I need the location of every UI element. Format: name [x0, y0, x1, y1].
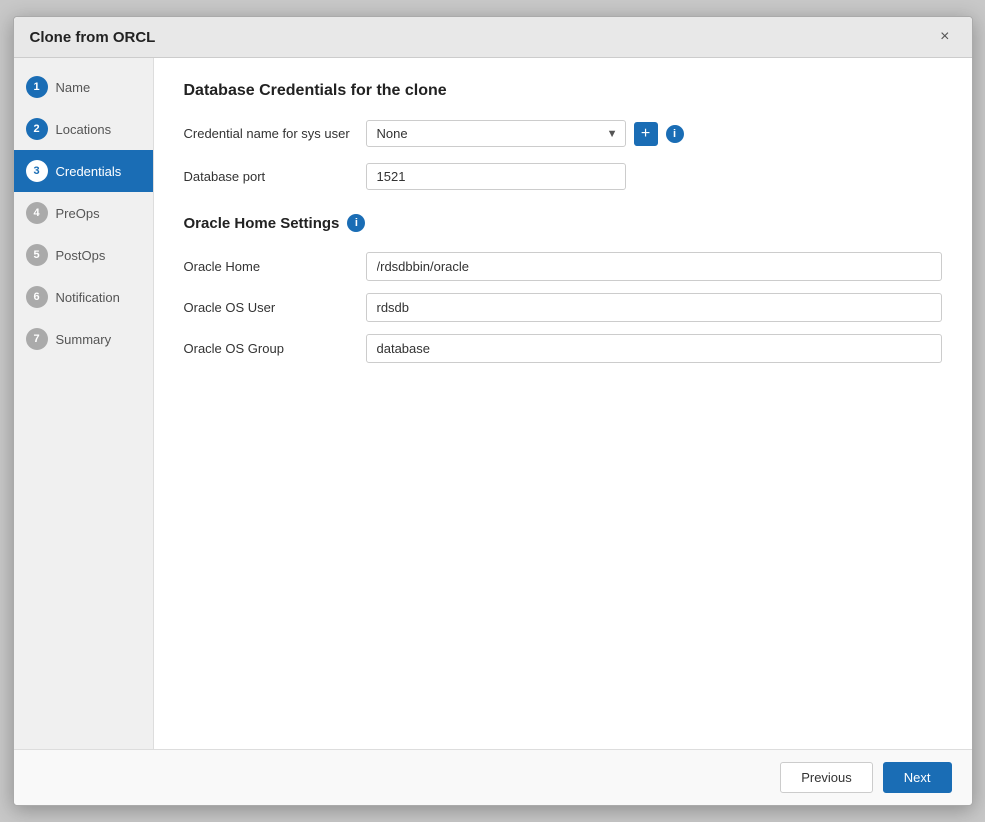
oracle-os-group-input[interactable]	[366, 334, 942, 363]
db-credentials-title: Database Credentials for the clone	[184, 82, 942, 100]
step-badge-1: 1	[26, 76, 48, 98]
sidebar-item-postops: 5 PostOps	[14, 234, 153, 276]
sidebar-item-credentials[interactable]: 3 Credentials	[14, 150, 153, 192]
dialog-body: 1 Name 2 Locations 3 Credentials 4 PreOp…	[14, 58, 972, 749]
oracle-os-user-group: Oracle OS User	[184, 293, 942, 322]
step-badge-3: 3	[26, 160, 48, 182]
oracle-home-settings-label: Oracle Home Settings	[184, 215, 340, 232]
sidebar-item-notification: 6 Notification	[14, 276, 153, 318]
oracle-os-group-label: Oracle OS Group	[184, 341, 354, 356]
step-badge-7: 7	[26, 328, 48, 350]
credential-name-label: Credential name for sys user	[184, 126, 354, 141]
oracle-os-user-label: Oracle OS User	[184, 300, 354, 315]
sidebar-item-summary: 7 Summary	[14, 318, 153, 360]
dialog-title: Clone from ORCL	[30, 29, 156, 46]
sidebar-label-notification: Notification	[56, 290, 120, 305]
database-port-input[interactable]	[366, 163, 626, 190]
sidebar-label-summary: Summary	[56, 332, 112, 347]
oracle-home-section: Oracle Home Settings i Oracle Home Oracl…	[184, 214, 942, 363]
credential-name-group: Credential name for sys user None ▼ + i	[184, 120, 942, 147]
oracle-home-info-icon[interactable]: i	[347, 214, 365, 232]
credential-name-controls: None ▼ + i	[366, 120, 684, 147]
oracle-home-settings-title: Oracle Home Settings i	[184, 214, 942, 232]
dialog-header: Clone from ORCL ×	[14, 17, 972, 58]
credential-select-wrapper: None ▼	[366, 120, 626, 147]
next-button[interactable]: Next	[883, 762, 952, 793]
add-credential-button[interactable]: +	[634, 122, 658, 146]
close-button[interactable]: ×	[934, 27, 955, 47]
sidebar-item-preops: 4 PreOps	[14, 192, 153, 234]
step-badge-6: 6	[26, 286, 48, 308]
sidebar-item-name[interactable]: 1 Name	[14, 66, 153, 108]
sidebar-label-name: Name	[56, 80, 91, 95]
dialog-footer: Previous Next	[14, 749, 972, 805]
sidebar-label-locations: Locations	[56, 122, 112, 137]
oracle-home-group: Oracle Home	[184, 252, 942, 281]
credential-name-select[interactable]: None	[366, 120, 626, 147]
sidebar-label-postops: PostOps	[56, 248, 106, 263]
sidebar: 1 Name 2 Locations 3 Credentials 4 PreOp…	[14, 58, 154, 749]
database-port-group: Database port	[184, 163, 942, 190]
sidebar-item-locations[interactable]: 2 Locations	[14, 108, 153, 150]
clone-dialog: Clone from ORCL × 1 Name 2 Locations 3 C…	[13, 16, 973, 806]
previous-button[interactable]: Previous	[780, 762, 873, 793]
oracle-os-user-input[interactable]	[366, 293, 942, 322]
step-badge-2: 2	[26, 118, 48, 140]
credential-info-icon[interactable]: i	[666, 125, 684, 143]
step-badge-5: 5	[26, 244, 48, 266]
database-port-label: Database port	[184, 169, 354, 184]
main-content: Database Credentials for the clone Crede…	[154, 58, 972, 749]
oracle-os-group-group: Oracle OS Group	[184, 334, 942, 363]
step-badge-4: 4	[26, 202, 48, 224]
sidebar-label-preops: PreOps	[56, 206, 100, 221]
sidebar-label-credentials: Credentials	[56, 164, 122, 179]
oracle-home-label: Oracle Home	[184, 259, 354, 274]
oracle-home-input[interactable]	[366, 252, 942, 281]
